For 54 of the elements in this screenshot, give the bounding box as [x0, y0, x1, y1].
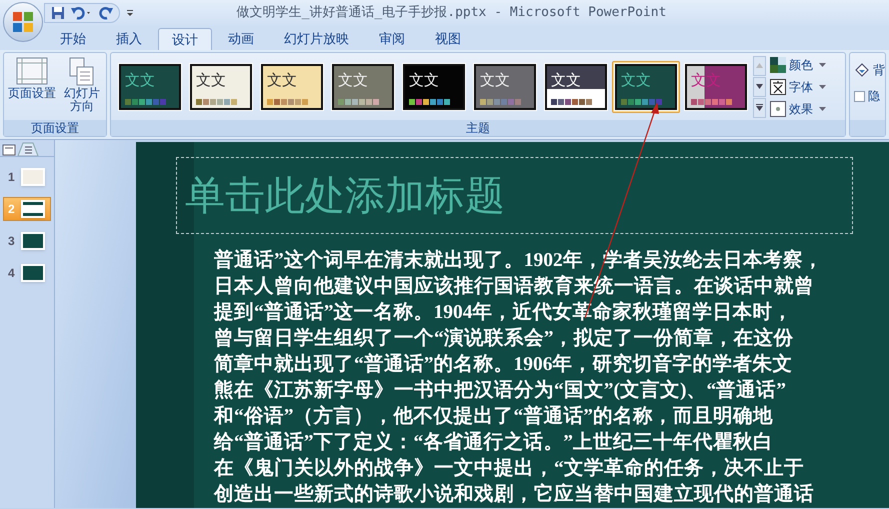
page-setup-icon [16, 57, 48, 87]
slide-thumbnail-item[interactable]: 1 [3, 165, 51, 189]
paint-bucket-icon [854, 62, 870, 78]
customize-caret-icon[interactable] [126, 9, 134, 17]
window-title: 做文明学生_讲好普通话_电子手抄报.pptx - Microsoft PowerPoint [236, 4, 668, 22]
body-text-line: 给“普通话”下了定义：“各省通行之话。”上世纪三十年代瞿秋白 [214, 430, 774, 455]
ribbon-tab[interactable]: 设计 [158, 28, 212, 50]
theme-option-button[interactable]: 效果 [770, 99, 826, 118]
background-option[interactable]: 背 [854, 61, 885, 79]
group-footer [850, 120, 885, 136]
save-icon[interactable] [51, 6, 65, 20]
theme-option-button[interactable]: 颜色 [770, 55, 826, 74]
slide-thumbnail-item[interactable]: 3 [3, 229, 51, 253]
gallery-scroll-button[interactable] [753, 98, 766, 118]
slide-preview [21, 168, 45, 186]
title-placeholder[interactable]: 单击此处添加标题 [176, 157, 853, 234]
ribbon-tab[interactable]: 动画 [214, 28, 268, 50]
body-text-line: 和“俗语”（方言），他不仅提出了“普通话”的名称，而且明确地 [214, 404, 774, 429]
body-text-line: 创造出一些新式的诗歌小说和戏剧，它应当替中国建立现代的普通话 [214, 482, 815, 507]
effects-icon [770, 100, 786, 116]
gallery-scroll-button[interactable] [753, 76, 766, 96]
body-text-line: 熊在《江苏新字母》一书中把汉语分为“国文”(文言文)、“普通话” [214, 378, 787, 403]
theme-option-button[interactable]: 字体 [770, 77, 826, 96]
slide-preview [21, 200, 45, 218]
office-logo-icon [11, 10, 35, 34]
undo-icon[interactable] [71, 6, 93, 20]
slide-preview [21, 264, 45, 282]
slide-preview [21, 232, 45, 250]
redo-icon[interactable] [99, 6, 113, 20]
group-label: 页面设置 [31, 120, 79, 137]
group-label: 主题 [466, 120, 490, 137]
ribbon-tab[interactable]: 审阅 [365, 28, 419, 50]
ribbon-tab[interactable]: 开始 [46, 28, 100, 50]
font-glyph-icon [770, 78, 786, 94]
body-text-line: 简章中就出现了“普通话”的名称。1906年，研究切音字的学者朱文 [214, 352, 794, 377]
page-setup-button[interactable]: 幻灯片方向 [61, 57, 103, 113]
more-icon [756, 104, 763, 111]
ribbon-tab[interactable]: 视图 [421, 28, 475, 50]
page-setup-button[interactable]: 页面设置 [7, 57, 57, 100]
color-squares-icon [770, 56, 786, 72]
slide-thumbnail-item[interactable]: 4 [3, 261, 51, 285]
checkbox[interactable] [854, 90, 865, 102]
ribbon-tab[interactable]: 幻灯片放映 [270, 28, 363, 50]
caret-icon [819, 84, 826, 88]
caret-icon [819, 106, 826, 110]
body-text-line: 曾与留日学生组织了一个“演说联系会”，拟定了一份简章，在这份 [214, 326, 794, 351]
body-text-line: 在《鬼门关以外的战争》一文中提出，“文学革命的任务，决不止于 [214, 456, 805, 481]
slides-tab-icon[interactable] [2, 144, 16, 156]
caret-icon [819, 62, 826, 66]
ribbon-tab[interactable]: 插入 [102, 28, 156, 50]
scroll-down-icon [756, 84, 763, 89]
outline-tab-icon[interactable] [17, 142, 39, 156]
scroll-up-icon [756, 63, 763, 68]
background-option[interactable]: 隐 [854, 87, 885, 105]
